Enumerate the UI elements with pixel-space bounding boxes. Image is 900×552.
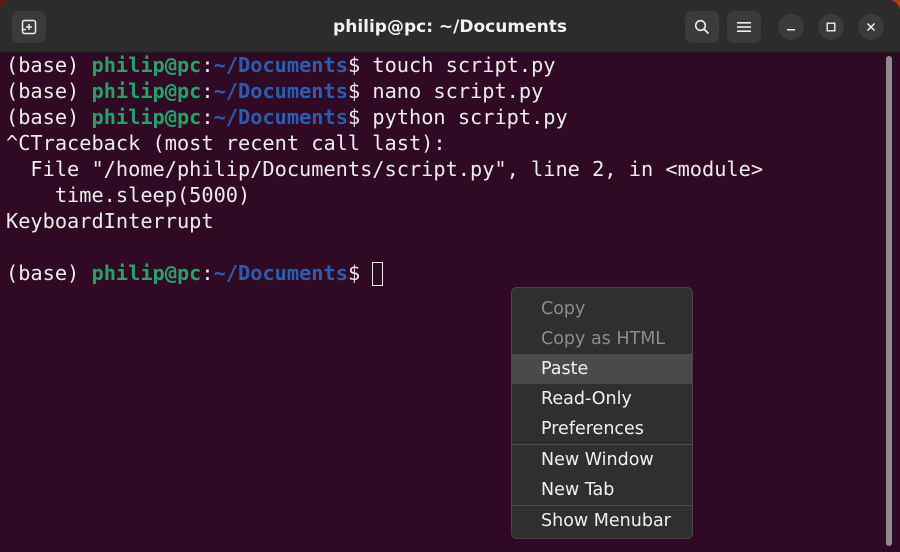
menu-item-new-tab[interactable]: New Tab <box>512 475 692 505</box>
output-text: KeyboardInterrupt <box>6 209 214 233</box>
maximize-icon[interactable] <box>818 14 844 40</box>
prompt-env: (base) <box>6 53 92 77</box>
terminal-output[interactable]: (base) philip@pc:~/Documents$ touch scri… <box>0 52 886 552</box>
menu-item-copy: Copy <box>541 299 586 319</box>
prompt-line: (base) philip@pc:~/Documents$ nano scrip… <box>6 78 886 104</box>
prompt-path: ~/Documents <box>213 261 348 285</box>
output-line: KeyboardInterrupt <box>6 208 886 234</box>
command-text: python script.py <box>372 105 568 129</box>
scrollbar[interactable] <box>886 56 892 546</box>
prompt-dollar: $ <box>347 261 373 285</box>
prompt-user: philip@pc <box>91 261 202 285</box>
prompt-line: (base) philip@pc:~/Documents$ touch scri… <box>6 52 886 78</box>
output-text: time.sleep(5000) <box>6 183 251 207</box>
window-title: philip@pc: ~/Documents <box>333 17 567 37</box>
menu-item-show-menubar[interactable]: Show Menubar <box>512 506 692 536</box>
menu-item-paste[interactable]: Paste <box>512 354 692 384</box>
prompt-path: ~/Documents <box>213 105 348 129</box>
output-text: ^CTraceback (most recent call last): <box>6 131 446 155</box>
prompt-colon: : <box>201 79 214 103</box>
prompt-user: philip@pc <box>91 53 202 77</box>
prompt-line: (base) philip@pc:~/Documents$ python scr… <box>6 104 886 130</box>
output-text: File "/home/philip/Documents/script.py",… <box>6 157 764 181</box>
terminal-window: philip@pc: ~/Documents (base) philip@pc:… <box>0 0 900 552</box>
output-line: File "/home/philip/Documents/script.py",… <box>6 156 886 182</box>
prompt-user: philip@pc <box>91 105 202 129</box>
menu-item-copy-as-html: Copy as HTML <box>541 329 666 349</box>
minimize-icon[interactable] <box>778 14 804 40</box>
prompt-dollar: $ <box>347 105 373 129</box>
output-line: ^CTraceback (most recent call last): <box>6 130 886 156</box>
menu-item-preferences[interactable]: Preferences <box>512 414 692 444</box>
close-icon[interactable] <box>858 14 884 40</box>
prompt-env: (base) <box>6 105 92 129</box>
prompt-dollar: $ <box>347 53 373 77</box>
prompt-path: ~/Documents <box>213 53 348 77</box>
output-line: time.sleep(5000) <box>6 182 886 208</box>
prompt-user: philip@pc <box>91 79 202 103</box>
prompt-colon: : <box>201 105 214 129</box>
prompt-env: (base) <box>6 261 92 285</box>
search-icon[interactable] <box>685 11 719 43</box>
prompt-colon: : <box>201 261 214 285</box>
command-text: touch script.py <box>372 53 556 77</box>
menu-item-new-window[interactable]: New Window <box>512 445 692 475</box>
prompt-dollar: $ <box>347 79 373 103</box>
prompt-env: (base) <box>6 79 92 103</box>
title-bar[interactable]: philip@pc: ~/Documents <box>0 0 900 53</box>
cursor <box>372 262 384 286</box>
prompt-path: ~/Documents <box>213 79 348 103</box>
prompt-colon: : <box>201 53 214 77</box>
prompt-line: (base) philip@pc:~/Documents$ <box>6 260 886 286</box>
menu-item-read-only[interactable]: Read-Only <box>512 384 692 414</box>
hamburger-menu-icon[interactable] <box>727 11 761 43</box>
context-menu: Copy Copy as HTML Paste Read-Only Preference… <box>511 287 693 539</box>
command-text: nano script.py <box>372 79 544 103</box>
